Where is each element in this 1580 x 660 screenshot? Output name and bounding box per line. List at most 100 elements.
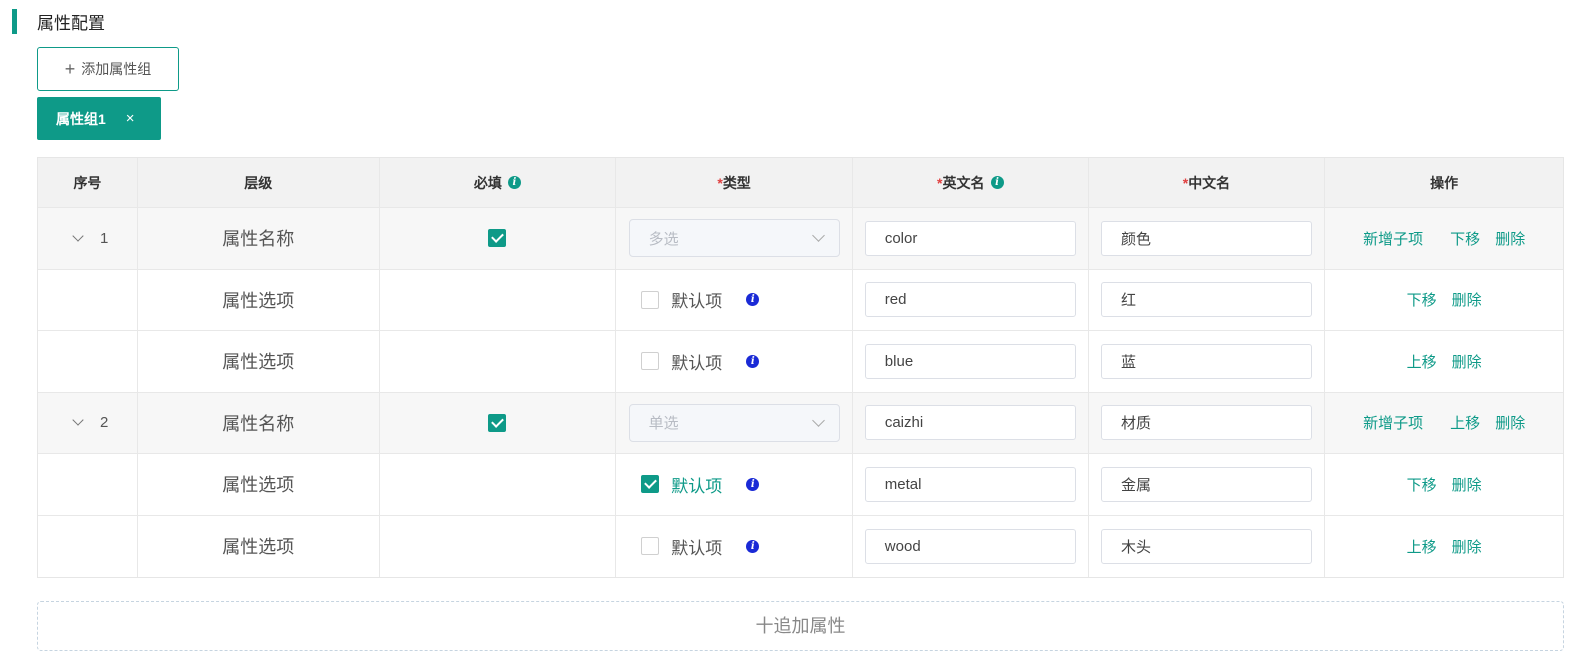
tab-attribute-group-1[interactable]: 属性组1 ×: [37, 97, 161, 140]
add-attribute-group-label: 添加属性组: [81, 61, 152, 77]
row-level: 属性名称: [138, 392, 380, 453]
row-default: 默认项 i: [616, 331, 853, 392]
en-name-input[interactable]: red: [864, 282, 1076, 318]
row-default: 默认项 i: [616, 269, 853, 330]
move-down-link[interactable]: 下移: [1450, 228, 1480, 249]
en-name-input[interactable]: blue: [864, 343, 1076, 379]
row-seq: [38, 515, 138, 577]
table-row: 属性选项 默认项 i blue 蓝 上移 删除: [38, 331, 1563, 393]
default-label: 默认项: [671, 292, 723, 312]
row-cn-name: 材质: [1089, 392, 1326, 453]
delete-link[interactable]: 删除: [1452, 289, 1482, 310]
delete-link[interactable]: 删除: [1452, 351, 1482, 372]
row-ops: 新增子项 上移 删除: [1325, 393, 1563, 454]
delete-link[interactable]: 删除: [1495, 412, 1525, 433]
info-icon[interactable]: i: [746, 293, 760, 307]
row-en-name: caizhi: [853, 392, 1089, 453]
row-seq-number: 1: [100, 229, 109, 247]
header-seq: 序号: [38, 158, 138, 207]
info-icon[interactable]: i: [746, 477, 760, 491]
row-level: 属性选项: [138, 515, 380, 577]
row-level: 属性选项: [138, 331, 380, 392]
row-required: [380, 454, 617, 515]
group-tab-label: 属性组1: [56, 110, 106, 127]
type-select[interactable]: 多选: [628, 219, 840, 258]
header-en-name: * 英文名 i: [853, 158, 1089, 207]
default-checkbox[interactable]: [641, 290, 660, 309]
table-row: 1 属性名称 多选 color 颜色 新增子项 下移 删除: [38, 208, 1563, 270]
row-seq: 2: [38, 392, 138, 453]
row-cn-name: 蓝: [1089, 331, 1326, 392]
add-attribute-group-button[interactable]: + 添加属性组: [37, 47, 179, 91]
move-up-link[interactable]: 上移: [1450, 412, 1480, 433]
cn-name-input[interactable]: 金属: [1100, 466, 1312, 502]
row-seq: 1: [38, 208, 138, 269]
attribute-table: 序号 层级 必填 i * 类型 * 英文名 i * 中文名 操作 1 属性名称 …: [37, 157, 1564, 578]
info-icon[interactable]: i: [990, 176, 1004, 189]
default-label: 默认项: [671, 476, 723, 496]
row-type: 多选: [616, 208, 853, 269]
append-attribute-button[interactable]: 十追加属性: [37, 601, 1564, 651]
en-name-input[interactable]: caizhi: [864, 405, 1076, 441]
info-icon[interactable]: i: [746, 354, 760, 368]
chevron-down-icon[interactable]: [72, 230, 84, 242]
info-icon[interactable]: i: [746, 539, 760, 553]
cn-name-input[interactable]: 颜色: [1101, 220, 1312, 256]
cn-name-input[interactable]: 木头: [1100, 528, 1312, 564]
en-name-input[interactable]: color: [864, 220, 1076, 256]
row-level: 属性名称: [138, 208, 380, 269]
table-row: 属性选项 默认项 i red 红 下移 删除: [38, 269, 1563, 331]
section-accent-bar: [12, 9, 17, 34]
cn-name-input[interactable]: 红: [1100, 282, 1312, 318]
row-ops: 上移 删除: [1325, 516, 1563, 578]
required-checkbox[interactable]: [488, 413, 507, 432]
header-required: 必填 i: [380, 158, 617, 207]
header-en-name-label: 英文名: [942, 174, 985, 191]
plus-icon: +: [64, 59, 76, 79]
chevron-down-icon[interactable]: [72, 414, 84, 426]
en-name-input[interactable]: metal: [864, 466, 1076, 502]
row-ops: 上移 删除: [1325, 331, 1563, 392]
move-up-link[interactable]: 上移: [1407, 351, 1437, 372]
row-en-name: wood: [853, 515, 1089, 577]
required-checkbox[interactable]: [488, 229, 507, 248]
row-cn-name: 金属: [1089, 454, 1326, 515]
row-en-name: metal: [853, 454, 1089, 515]
row-seq: [38, 331, 138, 392]
row-type: 单选: [616, 392, 853, 453]
table-row: 属性选项 默认项 i wood 木头 上移 删除: [38, 515, 1563, 578]
row-required: [380, 331, 617, 392]
cn-name-input[interactable]: 材质: [1101, 405, 1312, 441]
move-down-link[interactable]: 下移: [1407, 289, 1437, 310]
default-label: 默认项: [671, 538, 723, 558]
en-name-input[interactable]: wood: [864, 528, 1076, 564]
delete-link[interactable]: 删除: [1495, 228, 1525, 249]
row-default: 默认项 i: [616, 454, 853, 515]
delete-link[interactable]: 删除: [1452, 536, 1482, 557]
move-down-link[interactable]: 下移: [1407, 474, 1437, 495]
header-required-label: 必填: [473, 174, 502, 191]
default-label: 默认项: [671, 353, 723, 373]
row-required: [380, 269, 617, 330]
row-cn-name: 颜色: [1089, 208, 1326, 269]
row-seq: [38, 454, 138, 515]
row-cn-name: 红: [1089, 269, 1326, 330]
row-default: 默认项 i: [616, 515, 853, 577]
add-child-link[interactable]: 新增子项: [1363, 228, 1423, 249]
chevron-down-icon: [811, 229, 825, 243]
move-up-link[interactable]: 上移: [1407, 536, 1437, 557]
default-checkbox[interactable]: [641, 475, 660, 494]
type-select[interactable]: 单选: [628, 403, 840, 442]
row-ops: 新增子项 下移 删除: [1325, 208, 1563, 269]
default-checkbox[interactable]: [641, 352, 660, 371]
delete-link[interactable]: 删除: [1452, 474, 1482, 495]
row-seq: [38, 269, 138, 330]
add-child-link[interactable]: 新增子项: [1363, 412, 1423, 433]
cn-name-input[interactable]: 蓝: [1100, 343, 1312, 379]
info-icon[interactable]: i: [507, 176, 521, 189]
header-level: 层级: [138, 158, 380, 207]
close-icon[interactable]: ×: [126, 110, 135, 127]
header-ops: 操作: [1430, 174, 1459, 191]
default-checkbox[interactable]: [641, 537, 660, 556]
table-row: 2 属性名称 单选 caizhi 材质 新增子项 上移 删除: [38, 392, 1563, 454]
